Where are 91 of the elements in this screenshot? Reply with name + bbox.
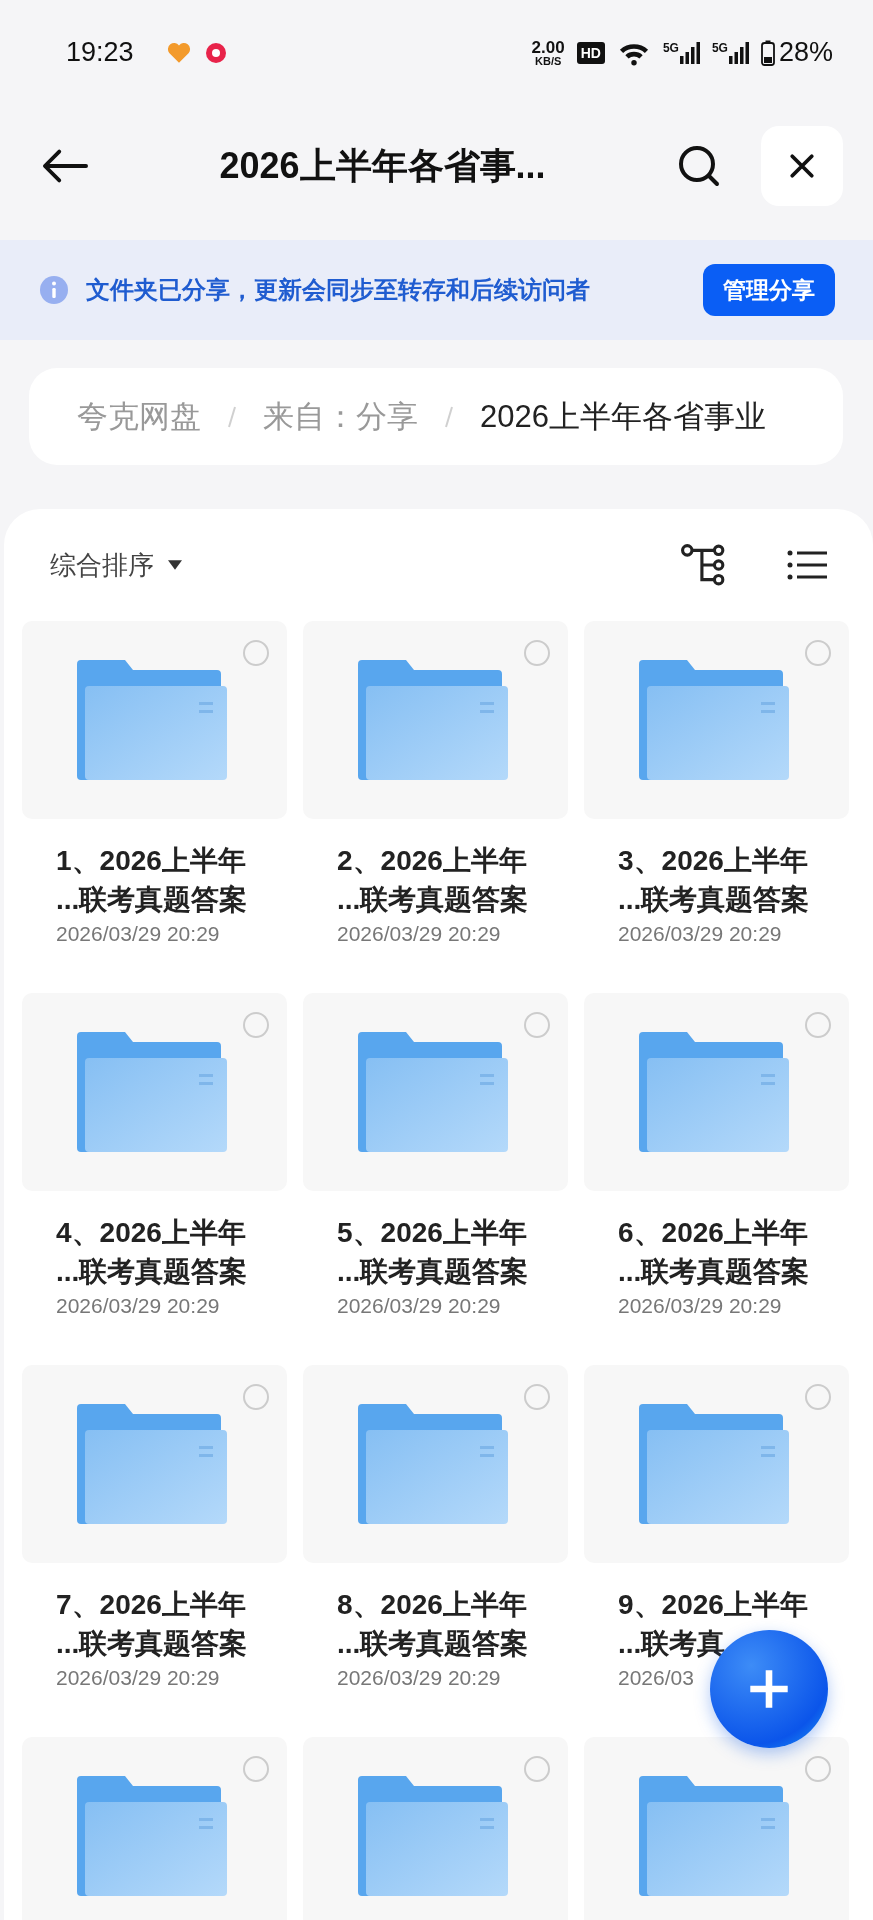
breadcrumb-item[interactable]: 2026上半年各省事业 xyxy=(480,395,766,438)
file-date: 2026/03/29 20:29 xyxy=(56,921,220,947)
select-circle[interactable] xyxy=(524,1384,550,1410)
folder-icon xyxy=(638,1776,789,1896)
select-circle[interactable] xyxy=(243,1012,269,1038)
folder-icon xyxy=(76,1032,227,1152)
status-time: 19:23 xyxy=(66,37,134,68)
folder-icon xyxy=(638,660,789,780)
file-date: 2026/03/29 20:29 xyxy=(337,1665,501,1691)
caret-icon xyxy=(168,560,182,570)
folder-icon xyxy=(76,1776,227,1896)
app-icon xyxy=(203,40,228,65)
folder-card[interactable] xyxy=(303,1737,568,1920)
select-circle[interactable] xyxy=(805,1384,831,1410)
file-name: ...联考真题答案 xyxy=(337,883,529,917)
battery-percent: 28% xyxy=(778,37,833,68)
file-date: 2026/03/29 20:29 xyxy=(337,1293,501,1319)
folder-icon xyxy=(76,1404,227,1524)
close-button[interactable] xyxy=(761,126,843,206)
folder-icon xyxy=(357,1032,508,1152)
file-name: 2、2026上半年 xyxy=(337,844,527,878)
file-name: ...联考真题答案 xyxy=(337,1627,529,1661)
separator-icon xyxy=(444,404,454,429)
network-label: 5G xyxy=(662,41,679,54)
folder-icon xyxy=(76,660,227,780)
battery-icon xyxy=(760,38,775,67)
file-name: 6、2026上半年 xyxy=(618,1216,808,1250)
hd-badge: HD xyxy=(576,41,605,64)
folder-card[interactable] xyxy=(584,1365,849,1563)
close-icon xyxy=(789,153,815,179)
select-circle[interactable] xyxy=(524,1756,550,1782)
file-name: ...联考真 xyxy=(618,1627,726,1661)
select-circle[interactable] xyxy=(524,640,550,666)
share-notice-text: 文件夹已分享，更新会同步至转存和后续访问者 xyxy=(86,275,591,305)
file-name: ...联考真题答案 xyxy=(618,1255,810,1289)
signal-icon xyxy=(679,41,700,64)
folder-card[interactable] xyxy=(584,621,849,819)
sort-dropdown[interactable]: 综合排序 xyxy=(50,547,182,583)
file-name: ...联考真题答案 xyxy=(56,883,248,917)
folder-card[interactable] xyxy=(303,993,568,1191)
folder-card[interactable] xyxy=(303,621,568,819)
info-icon xyxy=(40,276,68,304)
file-date: 2026/03/29 20:29 xyxy=(56,1293,220,1319)
separator-icon xyxy=(227,404,237,429)
file-date: 2026/03 xyxy=(618,1665,694,1691)
folder-icon xyxy=(638,1404,789,1524)
file-name: 1、2026上半年 xyxy=(56,844,246,878)
select-circle[interactable] xyxy=(805,1012,831,1038)
folder-card[interactable] xyxy=(22,1737,287,1920)
folder-title: 2026上半年各省事... xyxy=(218,143,547,188)
breadcrumb-item[interactable]: 来自：分享 xyxy=(263,395,418,438)
file-name: ...联考真题答案 xyxy=(56,1255,248,1289)
folder-icon xyxy=(638,1032,789,1152)
list-view-icon[interactable] xyxy=(787,549,827,581)
folder-icon xyxy=(357,1776,508,1896)
file-name: ...联考真题答案 xyxy=(618,883,810,917)
file-name: 8、2026上半年 xyxy=(337,1588,527,1622)
net-speed-unit: KB/S xyxy=(535,55,562,67)
folder-icon xyxy=(357,660,508,780)
select-circle[interactable] xyxy=(243,640,269,666)
select-circle[interactable] xyxy=(243,1384,269,1410)
folder-card[interactable] xyxy=(303,1365,568,1563)
file-name: 9、2026上半年 xyxy=(618,1588,808,1622)
tree-view-icon[interactable] xyxy=(681,544,727,586)
file-date: 2026/03/29 20:29 xyxy=(56,1665,220,1691)
search-icon[interactable] xyxy=(677,144,721,188)
signal-icon xyxy=(728,41,749,64)
back-arrow-icon[interactable] xyxy=(42,148,88,184)
folder-icon xyxy=(357,1404,508,1524)
file-name: ...联考真题答案 xyxy=(56,1627,248,1661)
file-date: 2026/03/29 20:29 xyxy=(618,921,782,947)
file-name: 3、2026上半年 xyxy=(618,844,808,878)
file-date: 2026/03/29 20:29 xyxy=(337,921,501,947)
breadcrumb-item[interactable]: 夸克网盘 xyxy=(77,395,201,438)
file-name: ...联考真题答案 xyxy=(337,1255,529,1289)
file-name: 7、2026上半年 xyxy=(56,1588,246,1622)
net-speed: 2.00 xyxy=(531,38,565,56)
select-circle[interactable] xyxy=(243,1756,269,1782)
select-circle[interactable] xyxy=(805,1756,831,1782)
network-label: 5G xyxy=(711,41,728,54)
folder-card[interactable] xyxy=(584,993,849,1191)
select-circle[interactable] xyxy=(524,1012,550,1038)
file-name: 5、2026上半年 xyxy=(337,1216,527,1250)
folder-card[interactable] xyxy=(22,1365,287,1563)
select-circle[interactable] xyxy=(805,640,831,666)
folder-card[interactable] xyxy=(22,621,287,819)
plus-icon xyxy=(747,1667,791,1711)
file-name: 4、2026上半年 xyxy=(56,1216,246,1250)
folder-card[interactable] xyxy=(22,993,287,1191)
manage-share-button[interactable]: 管理分享 xyxy=(703,264,835,316)
file-date: 2026/03/29 20:29 xyxy=(618,1293,782,1319)
